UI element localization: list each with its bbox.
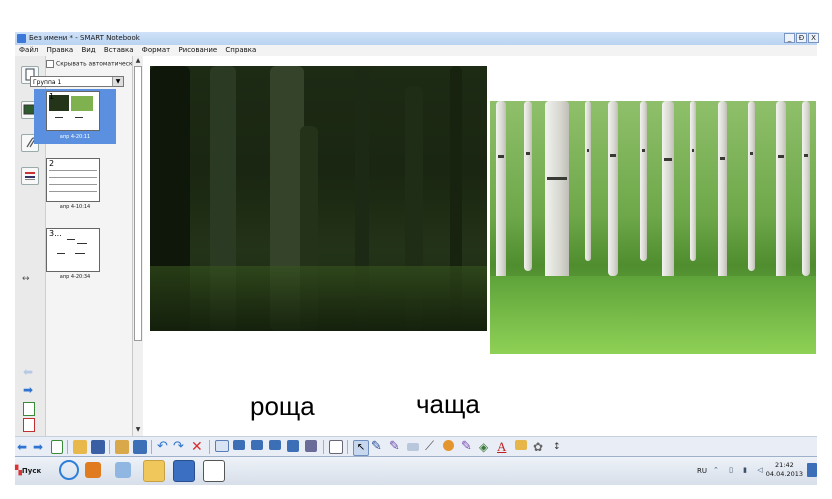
show-desktop-button[interactable] [807, 463, 817, 477]
paint-icon[interactable] [115, 462, 131, 478]
page-thumb-label: апр 4-10:14 [59, 204, 91, 210]
shape-icon[interactable] [443, 440, 454, 451]
group-select[interactable]: Группа 1 ▼ [30, 76, 124, 87]
fullscreen-icon[interactable] [233, 440, 245, 450]
page-thumb-label: апр 4-20:11 [59, 134, 91, 140]
menu-help[interactable]: Справка [225, 46, 256, 54]
prev-page-arrow-icon[interactable]: ⬅ [21, 366, 35, 378]
close-button[interactable]: X [808, 33, 819, 43]
page-thumb-label: апр 4-20:34 [59, 274, 91, 280]
birch-forest-image[interactable] [490, 101, 816, 354]
delete-page-icon[interactable] [133, 440, 147, 454]
menu-insert[interactable]: Вставка [104, 46, 134, 54]
clock[interactable]: 21:42 04.04.2013 [766, 461, 803, 479]
back-icon[interactable]: ⬅ [17, 440, 31, 454]
ie-icon[interactable] [59, 460, 79, 480]
forward-icon[interactable]: ➡ [33, 440, 47, 454]
main-toolbar: ⬅ ➡ ↶ ↷ ✕ ↖ ✎ ✎ ⟋ ✎ ◈ A ✿ ↕ [15, 436, 817, 457]
scroll-down-icon[interactable]: ▼ [134, 426, 142, 434]
save-icon[interactable] [91, 440, 105, 454]
select-icon[interactable]: ↖ [353, 440, 369, 456]
menu-draw[interactable]: Рисование [178, 46, 217, 54]
autohide-checkbox[interactable] [46, 60, 54, 68]
fill-icon[interactable]: ◈ [479, 440, 493, 454]
page-thumb-preview: 3... [46, 228, 100, 272]
page-thumb-number: 1 [49, 92, 55, 101]
page-thumb-number: 3... [49, 229, 62, 238]
capture-window-icon[interactable] [305, 440, 317, 452]
taskbar: ▚Пуск RU ⌃ ▯ ▮ ◁ 21:42 04.04.2013 [15, 456, 817, 485]
capture-icon[interactable] [287, 440, 299, 452]
page-thumb-1[interactable]: 1 апр 4-20:11 [34, 89, 116, 144]
app-icon [17, 34, 26, 43]
clock-time: 21:42 [775, 461, 794, 469]
start-label: Пуск [21, 467, 42, 475]
eraser-icon[interactable] [407, 443, 419, 451]
menu-file[interactable]: Файл [19, 46, 38, 54]
scroll-up-icon[interactable]: ▲ [134, 57, 142, 65]
clock-date: 04.04.2013 [765, 470, 803, 478]
pen-icon[interactable]: ✎ [371, 440, 385, 454]
document-icon[interactable] [203, 460, 225, 482]
properties-toolbar-icon[interactable] [515, 440, 527, 450]
delete-icon[interactable]: ✕ [191, 440, 205, 454]
delete-page-side-icon[interactable] [23, 418, 35, 432]
autohide-label: Скрывать автоматически [56, 60, 137, 68]
page-thumb-3[interactable]: 3... апр 4-20:34 [34, 226, 116, 281]
page-thumb-2[interactable]: 2 апр 4-10:14 [34, 156, 116, 211]
page-thumb-number: 2 [49, 159, 55, 168]
tray-icons[interactable]: ⌃ ▯ ▮ ◁ [713, 466, 767, 474]
window-title: Без имени * - SMART Notebook [29, 34, 140, 42]
page-sorter: Скрывать автоматически Группа 1 ▼ 1 апр … [30, 56, 137, 436]
scroll-thumb[interactable] [134, 66, 142, 341]
table-icon[interactable] [329, 440, 343, 454]
next-page-arrow-icon[interactable]: ➡ [21, 384, 35, 396]
smart-notebook-icon[interactable] [173, 460, 195, 482]
autohide-row[interactable]: Скрывать автоматически [46, 60, 137, 68]
menu-bar: Файл Правка Вид Вставка Формат Рисование… [15, 45, 817, 56]
magic-pen-icon[interactable]: ✎ [461, 440, 475, 454]
language-indicator[interactable]: RU [697, 467, 707, 475]
dual-page-icon[interactable] [251, 440, 263, 450]
more-icon[interactable]: ↕ [553, 440, 567, 454]
page-thumb-preview: 2 [46, 158, 100, 202]
insert-page-icon[interactable] [23, 402, 35, 416]
group-select-value: Группа 1 [33, 79, 62, 86]
menu-view[interactable]: Вид [81, 46, 95, 54]
menu-edit[interactable]: Правка [47, 46, 74, 54]
paste-icon[interactable] [115, 440, 129, 454]
screen-shade-icon[interactable] [215, 440, 229, 452]
add-page-icon[interactable] [51, 440, 63, 454]
restore-button[interactable]: Ɖ [796, 33, 807, 43]
creative-pen-icon[interactable]: ✎ [389, 440, 403, 454]
menu-format[interactable]: Формат [142, 46, 170, 54]
dark-forest-image[interactable] [150, 66, 487, 331]
folder-icon[interactable] [143, 460, 165, 482]
media-icon[interactable] [85, 462, 101, 478]
resize-handle-icon[interactable]: ↔ [22, 274, 30, 284]
title-bar: Без имени * - SMART Notebook _ Ɖ X [15, 32, 819, 45]
display-icon[interactable] [269, 440, 281, 450]
recognize-icon[interactable]: ✿ [533, 440, 547, 454]
undo-icon[interactable]: ↶ [157, 440, 171, 454]
text-icon[interactable]: A [497, 440, 511, 454]
open-icon[interactable] [73, 440, 87, 454]
minimize-button[interactable]: _ [784, 33, 795, 43]
line-icon[interactable]: ⟋ [425, 440, 439, 454]
word-chashcha[interactable]: чаща [416, 389, 480, 420]
redo-icon[interactable]: ↷ [173, 440, 187, 454]
system-tray: RU ⌃ ▯ ▮ ◁ 21:42 04.04.2013 [697, 457, 817, 485]
chevron-down-icon[interactable]: ▼ [112, 77, 123, 86]
notebook-page[interactable]: роща чаща [143, 56, 817, 436]
word-roshcha[interactable]: роща [250, 391, 315, 422]
page-thumb-preview: 1 [46, 91, 100, 131]
start-button[interactable]: ▚Пуск [15, 461, 49, 481]
